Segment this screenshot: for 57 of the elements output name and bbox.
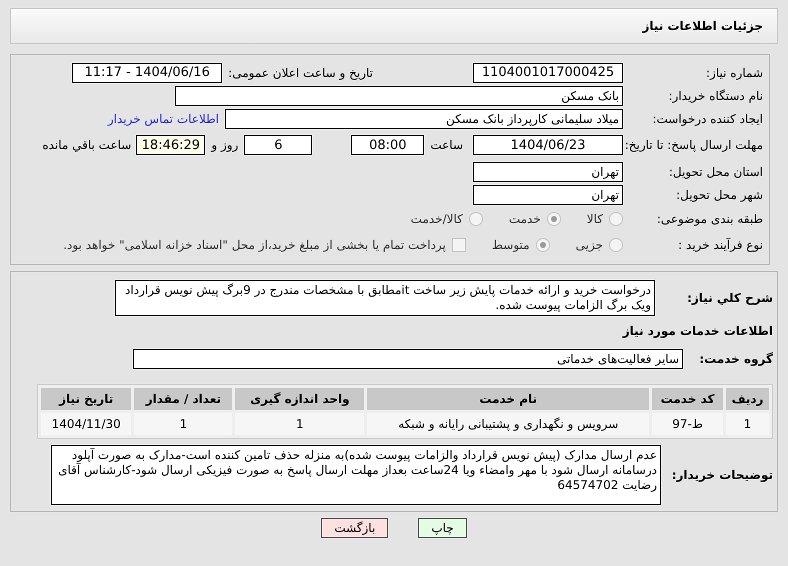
deadline-time-field[interactable]: 08:00 — [351, 135, 424, 155]
radio-label: کالا — [586, 212, 603, 226]
creator-field[interactable]: میلاد سلیمانی کارپرداز بانک مسکن — [225, 108, 623, 128]
field-label: تاریخ و ساعت اعلان عمومی: — [228, 66, 373, 80]
announce-date-field[interactable]: 1404/06/16 - 11:17 — [72, 62, 222, 82]
province-field[interactable]: تهران — [473, 162, 623, 182]
radio-label: متوسط — [492, 238, 530, 252]
back-button[interactable]: بازگشت — [321, 518, 388, 538]
column-header: واحد اندازه گیری — [235, 388, 364, 410]
field-label: ایجاد کننده درخواست: — [651, 112, 764, 126]
buyer-org-field[interactable]: بانک مسکن — [175, 86, 623, 106]
days-label: روز و — [211, 138, 238, 152]
table-cell: 1 — [235, 413, 364, 435]
days-field: 6 — [244, 135, 312, 155]
field-label: استان محل تحویل: — [668, 164, 764, 178]
radio-label: خدمت — [508, 212, 541, 226]
remaining-label: ساعت باقي مانده — [42, 138, 132, 152]
section-heading: اطلاعات خدمات مورد نیاز — [621, 324, 773, 338]
summary-textarea[interactable]: درخواست خرید و ارائه خدمات پایش زیر ساخت itمطابق با مشخصات مندرج در 9برگ پیش نویس قرارداد ویک برگ الزامات پیوست شده. — [115, 280, 655, 316]
column-header: کد خدمت — [652, 388, 723, 410]
table-cell: 1404/11/30 — [41, 413, 132, 435]
radio-button[interactable] — [609, 212, 623, 226]
field-label: طبقه بندی موضوعی: — [656, 212, 764, 226]
service-group-field[interactable]: سایر فعالیت‌های خدماتی — [133, 349, 683, 369]
field-label: شهر محل تحویل: — [675, 188, 764, 202]
checkbox-label: پرداخت تمام یا بخشی از مبلغ خرید،از محل "اسناد خزانه اسلامی" خواهد بود. — [63, 238, 446, 252]
notes-textarea[interactable]: عدم ارسال مدارک (پیش نویس قرارداد والزامات پیوست شده)به منزله حذف تامین کننده است-مدارک به صورت آپلود درسامانه ارسال شود با مهر وامضاء ویا 24ساعت بعداز مهلت ارسال پاسخ به صورت فیزیکی ارسال شود-کارشناس آقای رضایت 64574702 — [51, 445, 661, 505]
column-header: نام خدمت — [367, 388, 650, 410]
remaining-time-field: 18:46:29 — [136, 135, 206, 155]
radio-button[interactable] — [468, 212, 483, 226]
time-label: ساعت — [430, 138, 463, 152]
city-field[interactable]: تهران — [473, 184, 623, 204]
checkbox[interactable] — [452, 238, 466, 252]
radio-button[interactable] — [546, 212, 561, 226]
deadline-date-field[interactable]: 1404/06/23 — [473, 135, 623, 155]
radio-label: کالا/خدمت — [410, 212, 463, 226]
field-label: نوع فرآیند خرید : — [677, 238, 764, 252]
table-cell: 1 — [134, 413, 232, 435]
field-label: نام دستگاه خریدار: — [668, 88, 764, 102]
field-label: توضیحات خریدار: — [670, 468, 773, 482]
field-label: شرح كلي نياز: — [686, 291, 773, 305]
field-label: مهلت ارسال پاسخ: تا تاریخ: — [624, 138, 764, 152]
table-cell: 1 — [726, 413, 769, 435]
table-cell: سرویس و نگهداری و پشتیبانی رایانه و شبکه — [367, 413, 650, 435]
need-number-field[interactable]: 1104001017000425 — [473, 62, 623, 82]
field-label: شماره نیاز: — [705, 66, 764, 80]
contact-link[interactable]: اطلاعات تماس خریدار — [108, 112, 219, 126]
column-header: تاریخ نیاز — [41, 388, 132, 410]
radio-button[interactable] — [609, 238, 623, 252]
table-cell: ط-97 — [652, 413, 723, 435]
column-header: ردیف — [726, 388, 769, 410]
radio-button[interactable] — [536, 238, 550, 252]
radio-label: جزیی — [576, 238, 603, 252]
page-title: جزئیات اطلاعات نیاز — [642, 19, 763, 33]
field-label: گروه خدمت: — [698, 352, 773, 366]
column-header: تعداد / مقدار — [134, 388, 232, 410]
print-button[interactable]: چاپ — [418, 518, 467, 538]
